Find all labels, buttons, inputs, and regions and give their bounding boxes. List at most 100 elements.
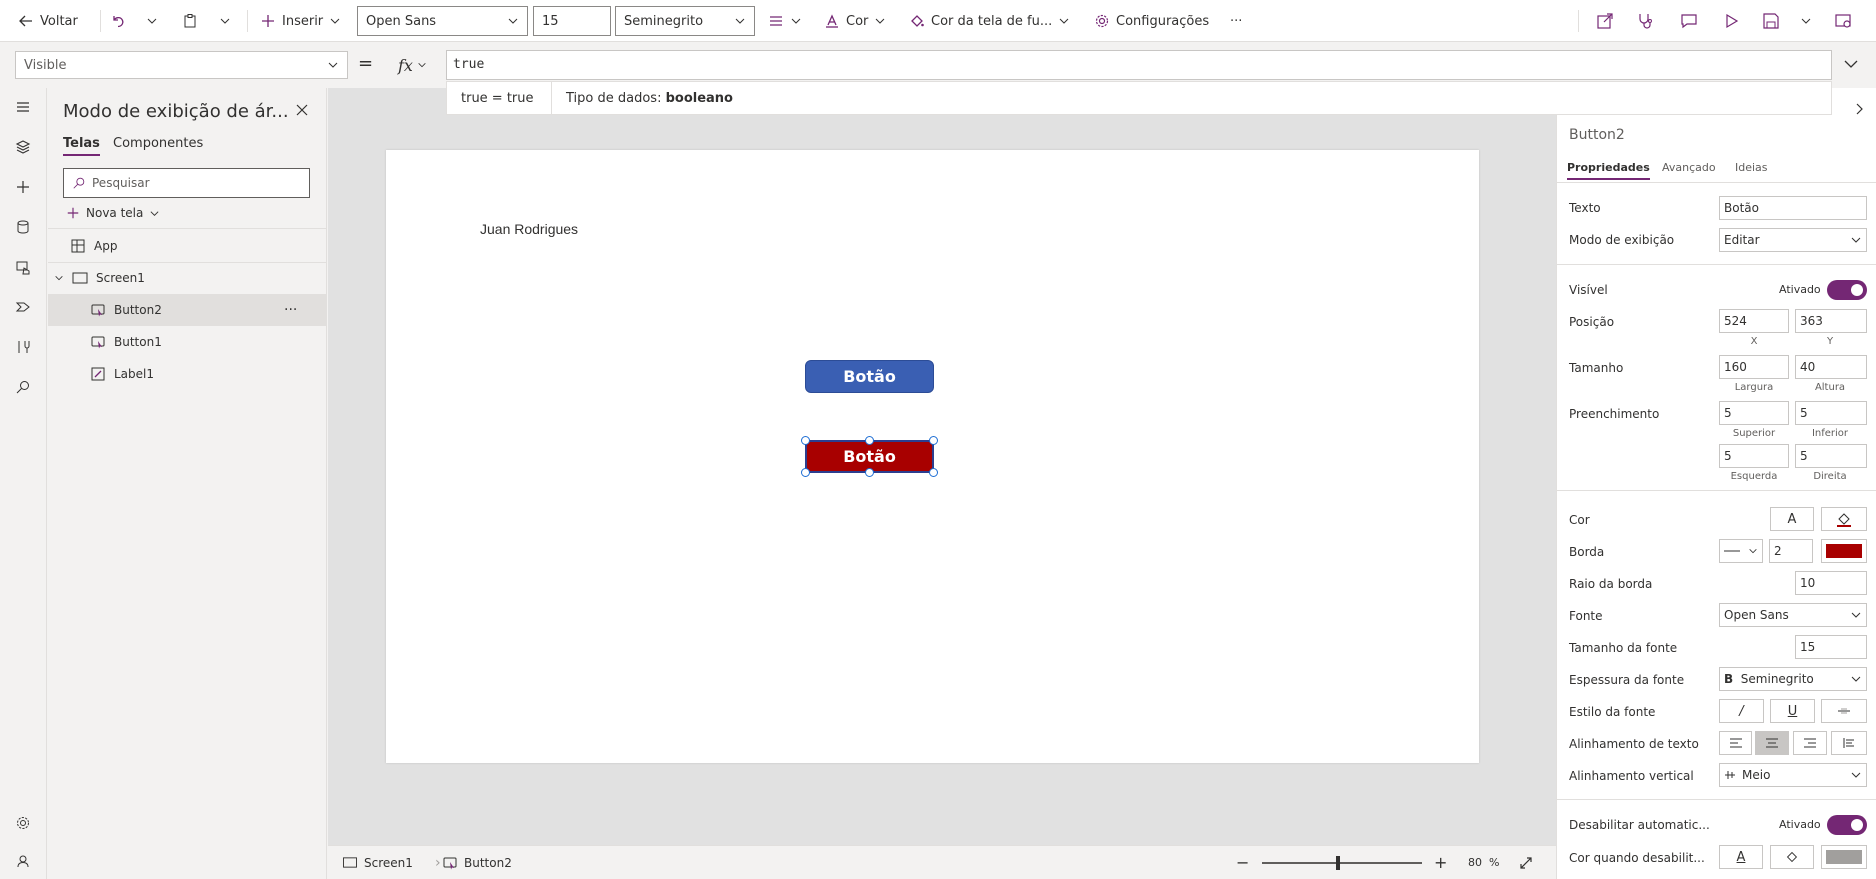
more-button[interactable]: ···: [1230, 9, 1242, 33]
tab-properties[interactable]: Propriedades: [1567, 161, 1650, 180]
comments-button[interactable]: [1680, 9, 1698, 33]
tree-item-screen1[interactable]: Screen1: [48, 262, 327, 294]
position-y-input[interactable]: 363: [1795, 309, 1867, 333]
undo-dropdown[interactable]: [146, 9, 158, 33]
data-button[interactable]: [12, 216, 34, 238]
fill-color-picker[interactable]: [1821, 507, 1867, 531]
resize-handle[interactable]: [929, 436, 938, 445]
underline-button[interactable]: U: [1770, 699, 1815, 723]
italic-button[interactable]: /: [1719, 699, 1764, 723]
strikethrough-button[interactable]: [1821, 699, 1867, 723]
display-mode-select[interactable]: Editar: [1719, 228, 1867, 252]
disabled-text-color-picker[interactable]: A: [1719, 845, 1763, 869]
font-weight-select[interactable]: Seminegrito: [615, 6, 755, 36]
fit-to-window-button[interactable]: [1518, 855, 1534, 871]
search-rail-button[interactable]: [12, 376, 34, 398]
visible-toggle[interactable]: [1827, 280, 1867, 300]
padding-left-input[interactable]: 5: [1719, 444, 1789, 468]
font-weight-select[interactable]: B Seminegrito: [1719, 667, 1867, 691]
settings-rail-button[interactable]: [12, 812, 34, 834]
search-input[interactable]: Pesquisar: [63, 168, 310, 198]
tree-item-more-button[interactable]: ···: [284, 302, 297, 318]
padding-top-input[interactable]: 5: [1719, 401, 1789, 425]
settings-button[interactable]: Configurações: [1094, 9, 1209, 33]
fx-button[interactable]: fx: [398, 51, 444, 79]
zoom-slider-thumb[interactable]: [1336, 856, 1340, 870]
button1-control[interactable]: Botão: [805, 360, 934, 393]
resize-handle[interactable]: [801, 468, 810, 477]
resize-handle[interactable]: [865, 436, 874, 445]
power-automate-button[interactable]: [12, 296, 34, 318]
insert-button[interactable]: Inserir: [260, 9, 341, 33]
app-screen[interactable]: Juan Rodrigues Botão Botão: [386, 150, 1479, 763]
vertical-align-select[interactable]: Meio: [1719, 763, 1867, 787]
border-style-select[interactable]: [1719, 539, 1763, 563]
paste-button[interactable]: [182, 9, 198, 33]
back-button[interactable]: Voltar: [18, 9, 78, 33]
text-input[interactable]: Botão: [1719, 196, 1867, 220]
border-color-picker[interactable]: [1821, 539, 1867, 563]
label1-control[interactable]: Juan Rodrigues: [480, 221, 578, 237]
padding-bottom-input[interactable]: 5: [1795, 401, 1867, 425]
zoom-out-button[interactable]: −: [1236, 853, 1249, 872]
font-size-input[interactable]: 15: [533, 6, 611, 36]
formula-input[interactable]: true: [446, 50, 1832, 80]
line-style-icon: [1724, 550, 1740, 552]
zoom-in-button[interactable]: +: [1434, 853, 1447, 872]
font-select[interactable]: Open Sans: [1719, 603, 1867, 627]
padding-right-input[interactable]: 5: [1795, 444, 1867, 468]
collapse-panel-button[interactable]: [1852, 102, 1866, 116]
position-x-input[interactable]: 524: [1719, 309, 1789, 333]
fill-color-button[interactable]: Cor da tela de fu...: [909, 9, 1070, 33]
publish-button[interactable]: [1834, 9, 1852, 33]
media-button[interactable]: [12, 256, 34, 278]
tab-ideas[interactable]: Ideias: [1735, 161, 1768, 174]
tab-advanced[interactable]: Avançado: [1662, 161, 1716, 174]
auto-disable-toggle[interactable]: [1827, 815, 1867, 835]
close-panel-button[interactable]: [294, 102, 310, 118]
align-right-button[interactable]: [1793, 731, 1827, 755]
preview-button[interactable]: [1722, 9, 1740, 33]
border-width-input[interactable]: 2: [1769, 539, 1813, 563]
breadcrumb-screen[interactable]: Screen1: [342, 856, 413, 870]
new-screen-button[interactable]: Nova tela: [66, 206, 160, 220]
save-dropdown[interactable]: [1800, 9, 1812, 33]
text-color-picker[interactable]: A: [1770, 507, 1814, 531]
tab-screens[interactable]: Telas: [63, 136, 100, 156]
app-checker-button[interactable]: [1636, 9, 1654, 33]
advanced-tools-button[interactable]: [12, 336, 34, 358]
align-center-button[interactable]: [1755, 731, 1789, 755]
tab-components[interactable]: Componentes: [113, 136, 203, 151]
tree-item-button2[interactable]: Button2 ···: [48, 294, 327, 326]
font-family-select[interactable]: Open Sans: [357, 6, 528, 36]
share-button[interactable]: [1596, 9, 1614, 33]
expand-formula-button[interactable]: [1842, 55, 1860, 73]
save-button[interactable]: [1762, 9, 1780, 33]
text-color-button[interactable]: Cor: [824, 9, 886, 33]
height-input[interactable]: 40: [1795, 355, 1867, 379]
resize-handle[interactable]: [865, 468, 874, 477]
align-left-button[interactable]: [1719, 731, 1752, 755]
resize-handle[interactable]: [929, 468, 938, 477]
text-align-button[interactable]: [768, 9, 802, 33]
insert-rail-button[interactable]: [12, 176, 34, 198]
tree-item-app[interactable]: App: [48, 230, 327, 262]
border-radius-input[interactable]: 10: [1795, 571, 1867, 595]
disabled-fill-color-picker[interactable]: [1770, 845, 1814, 869]
undo-button[interactable]: [110, 9, 126, 33]
strikethrough-icon: [1838, 708, 1850, 714]
font-size-input[interactable]: 15: [1795, 635, 1867, 659]
breadcrumb-control[interactable]: Button2: [442, 855, 512, 871]
menu-button[interactable]: [12, 96, 34, 118]
virtual-agent-button[interactable]: [12, 850, 34, 872]
tree-view-button[interactable]: [12, 136, 34, 158]
disabled-border-color-picker[interactable]: [1821, 845, 1867, 869]
tree-item-label1[interactable]: Label1: [48, 358, 327, 390]
tree-item-button1[interactable]: Button1: [48, 326, 327, 358]
align-justify-button[interactable]: [1831, 731, 1867, 755]
property-select[interactable]: Visible: [15, 51, 348, 79]
resize-handle[interactable]: [801, 436, 810, 445]
width-input[interactable]: 160: [1719, 355, 1789, 379]
zoom-slider[interactable]: [1262, 856, 1422, 870]
paste-dropdown[interactable]: [219, 9, 231, 33]
